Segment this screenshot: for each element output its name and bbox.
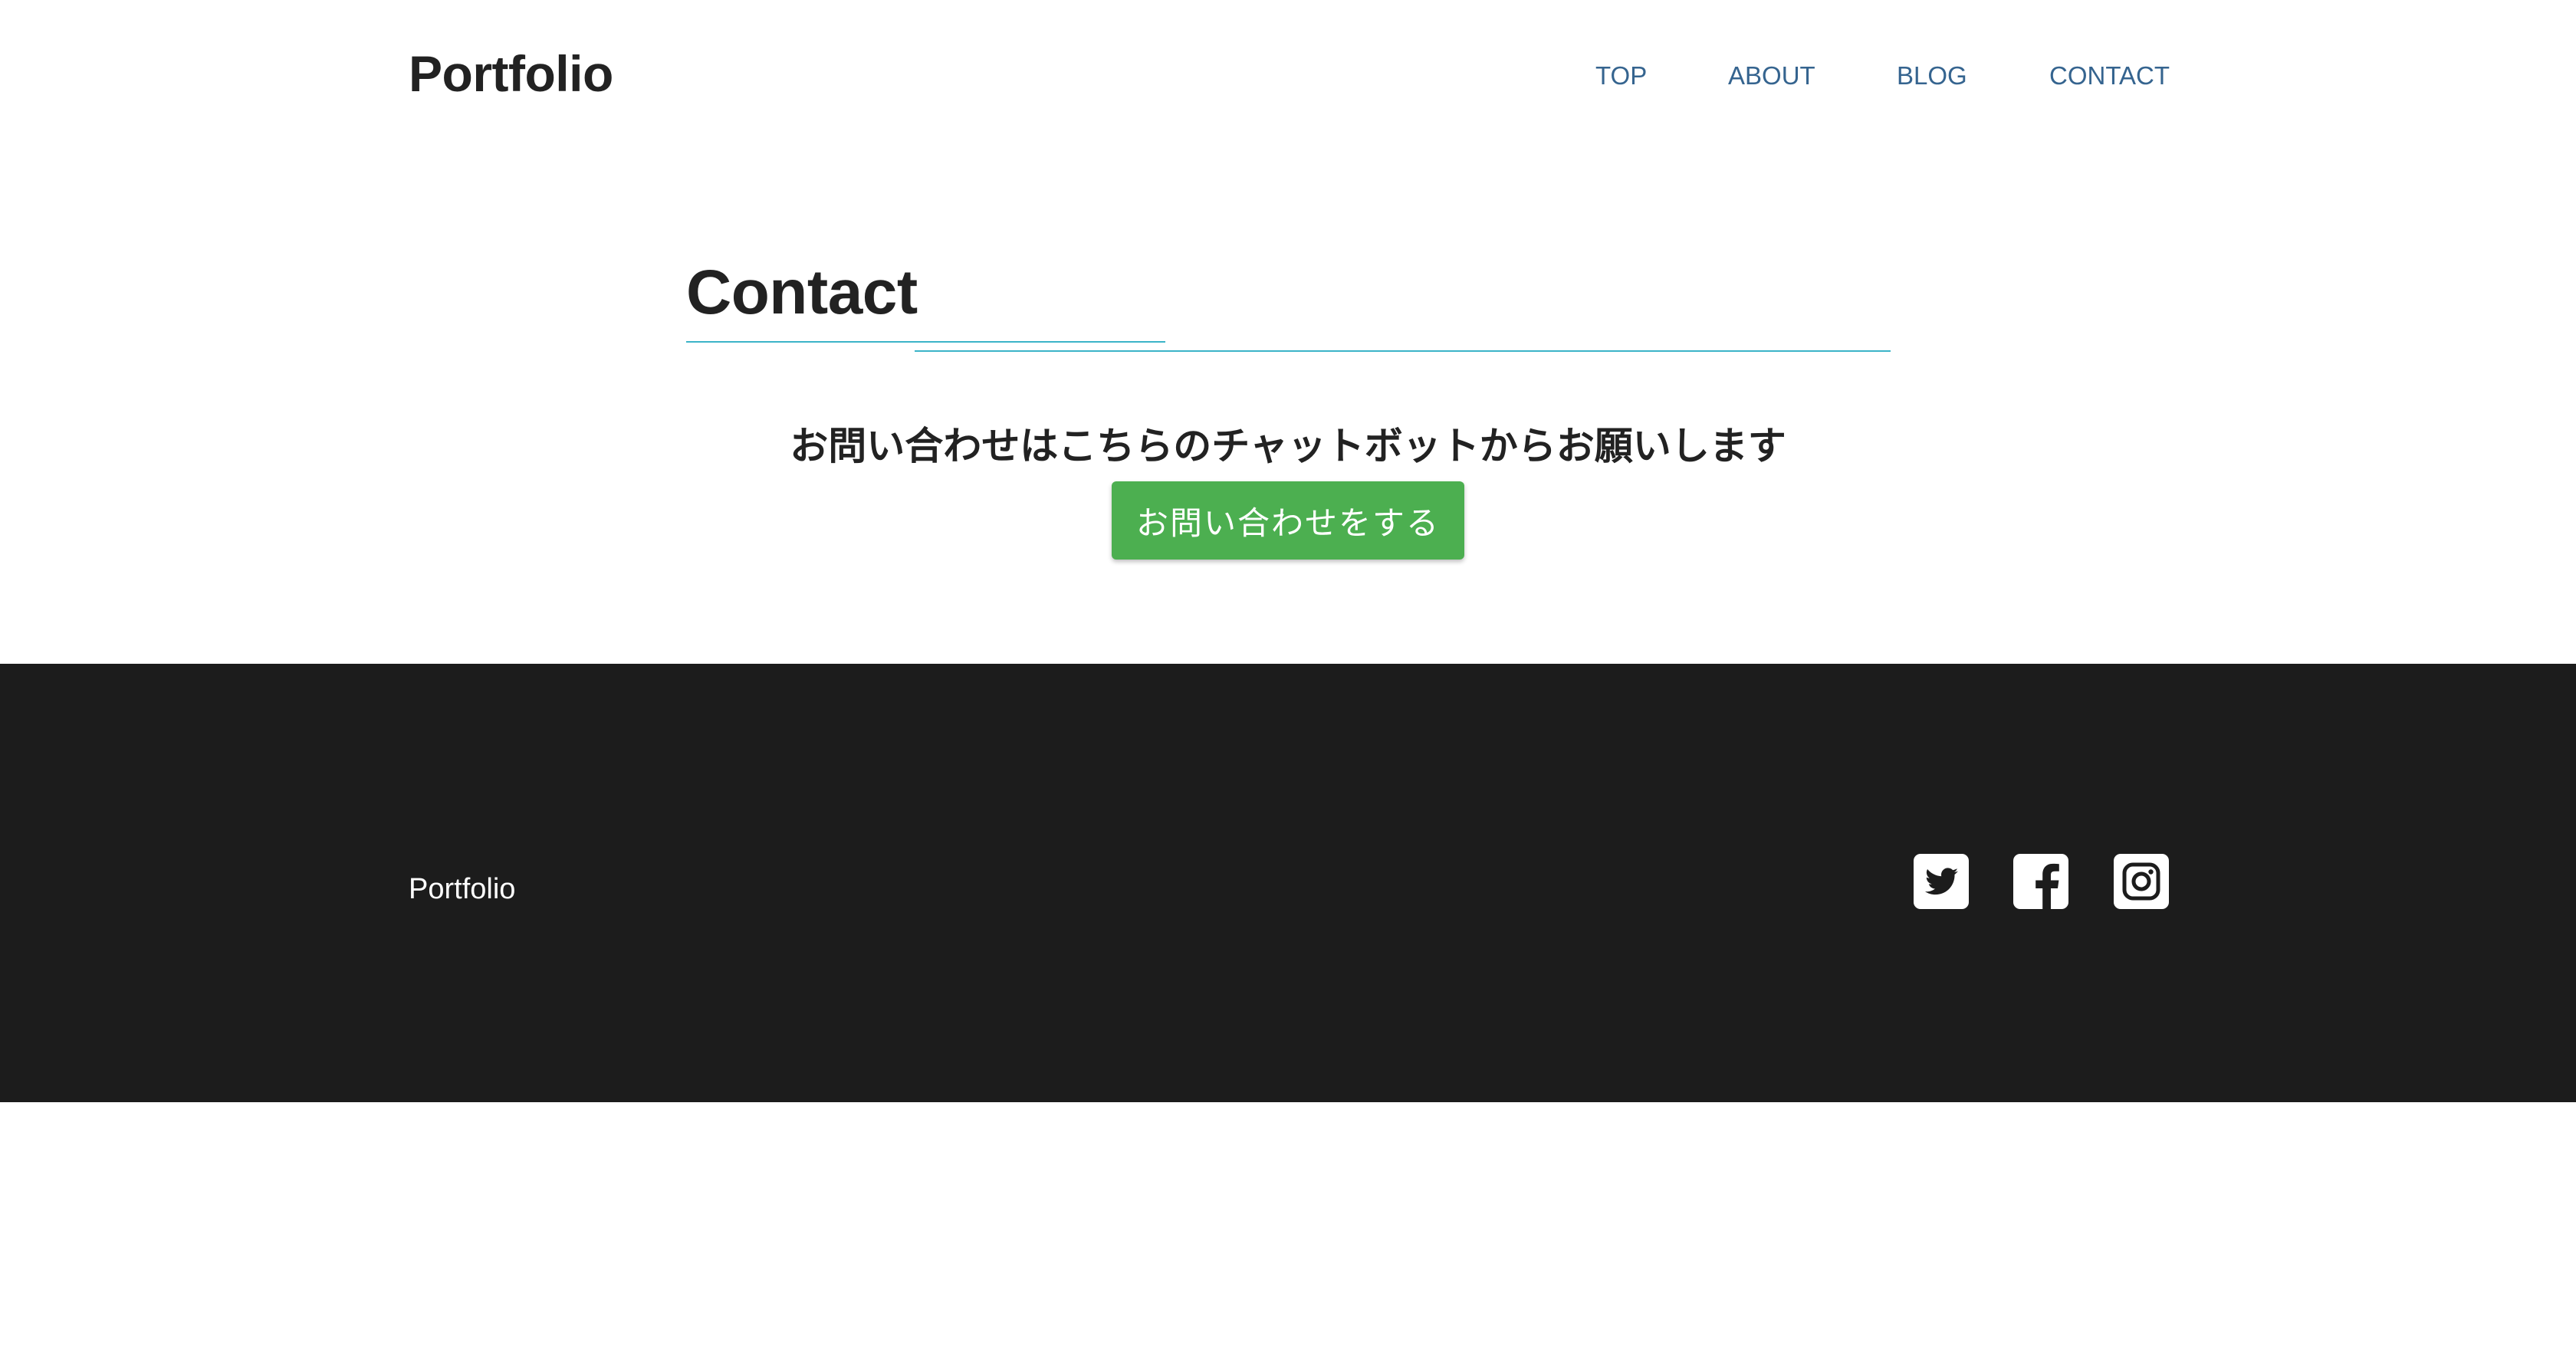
contact-message: お問い合わせはこちらのチャットボットからお願いします	[790, 425, 1786, 468]
main-nav: TOP ABOUT BLOG CONTACT	[0, 61, 2576, 92]
title-underline-long	[915, 350, 1891, 352]
contact-button[interactable]: お問い合わせをする	[1112, 481, 1464, 560]
footer-logo: Portfolio	[409, 873, 516, 905]
instagram-icon-graphic	[2114, 854, 2169, 909]
nav-item-contact[interactable]: CONTACT	[2049, 61, 2170, 90]
twitter-icon[interactable]	[1914, 854, 1969, 909]
twitter-icon-graphic	[1914, 854, 1969, 909]
instagram-icon[interactable]	[2114, 854, 2169, 909]
site-header: Portfolio TOP ABOUT BLOG CONTACT	[0, 0, 2576, 153]
facebook-icon-graphic	[2013, 854, 2068, 909]
title-underline-short	[686, 341, 1165, 343]
facebook-icon[interactable]	[2013, 854, 2068, 909]
page-title: Contact	[686, 258, 918, 327]
nav-item-about[interactable]: ABOUT	[1728, 61, 1815, 90]
nav-item-blog[interactable]: BLOG	[1897, 61, 1967, 90]
site-footer: Portfolio	[0, 664, 2576, 1102]
nav-item-top[interactable]: TOP	[1595, 61, 1647, 90]
